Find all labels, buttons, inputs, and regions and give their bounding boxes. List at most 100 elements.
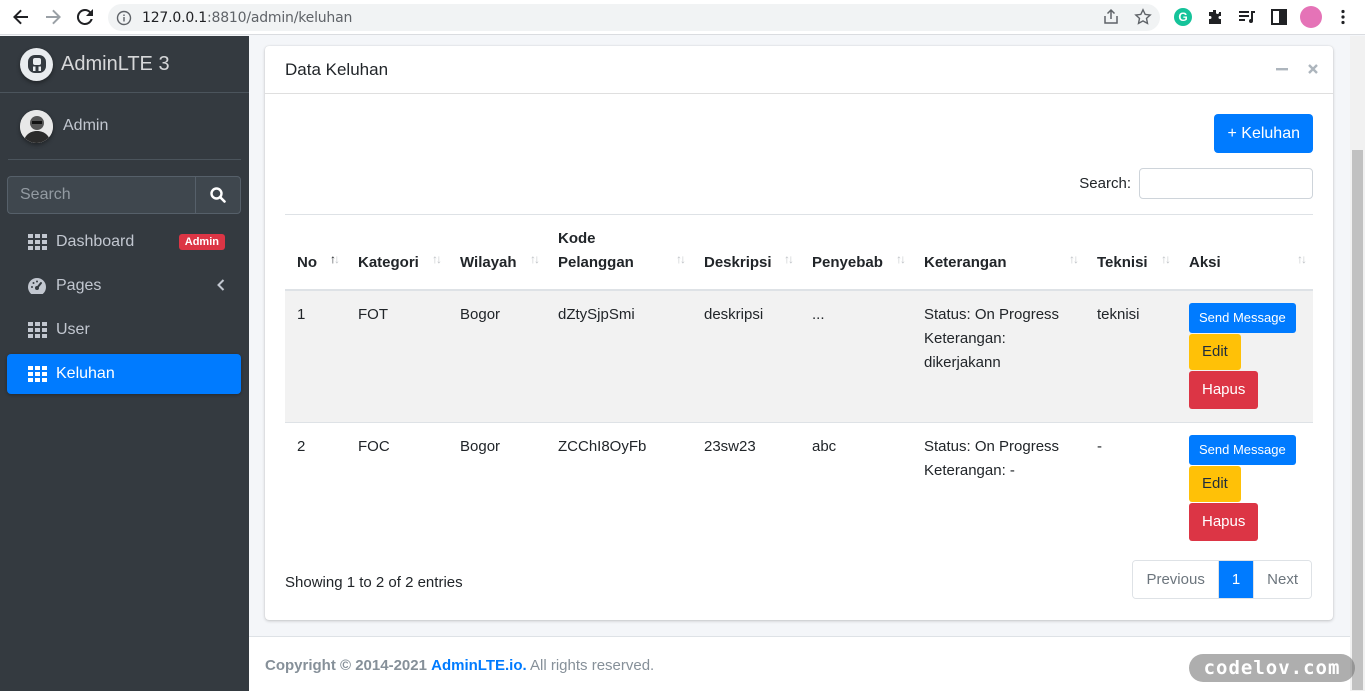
table-search-input[interactable] [1139,168,1313,199]
cell-kategori: FOC [346,421,448,554]
main-footer: Copyright © 2014-2021 AdminLTE.io. All r… [249,636,1350,691]
sort-icon: ↑↓ [530,251,540,266]
edit-button[interactable]: Edit [1189,465,1241,502]
url-text: 127.0.0.1:8810/admin/keluhan [142,9,353,26]
keterangan-text: Keterangan: - [924,461,1015,479]
sidebar-item-pages[interactable]: Pages [7,266,241,306]
edit-button[interactable]: Edit [1189,333,1241,370]
sort-icon: ↑↓ [784,251,794,266]
sort-icon: ↑↓ [1161,251,1171,266]
browser-menu-icon[interactable] [1332,6,1354,28]
column-header-keterangan[interactable]: Keterangan ↑↓ [912,214,1085,291]
search-label: Search: [1079,175,1131,192]
cell-deskripsi: deskripsi [692,289,800,422]
content-wrapper: Data Keluhan + Keluhan Search: No ↑↓ Kate… [249,36,1350,691]
cell-penyebab: ... [800,289,912,422]
watermark: codelov.com [1189,654,1355,682]
column-header-deskripsi[interactable]: Deskripsi ↑↓ [692,214,800,291]
browser-toolbar: 127.0.0.1:8810/admin/keluhan G [0,0,1365,35]
cell-wilayah: Bogor [448,289,546,422]
column-header-kategori[interactable]: Kategori ↑↓ [346,214,448,291]
keterangan-text: Keterangan: dikerjakann [924,329,1006,371]
column-header-no[interactable]: No ↑↓ [285,214,346,291]
card-header: Data Keluhan [265,46,1333,94]
sort-icon: ↑↓ [676,251,686,266]
column-header-kode-pelanggan[interactable]: Kode Pelanggan ↑↓ [546,214,692,291]
sidebar-item-label: User [56,321,90,338]
close-icon[interactable] [1307,62,1319,81]
site-info-icon[interactable] [116,10,132,26]
column-header-penyebab[interactable]: Penyebab ↑↓ [800,214,912,291]
search-icon [210,187,226,203]
pagination: Previous 1 Next [1132,560,1312,599]
sidebar-item-dashboard[interactable]: Dashboard Admin [7,222,241,262]
main-sidebar: AdminLTE 3 Admin Dashboard Admin Pages [0,36,249,691]
column-header-wilayah[interactable]: Wilayah ↑↓ [448,214,546,291]
card-tools [1275,62,1319,81]
admin-badge: Admin [178,234,225,250]
keluhan-table: No ↑↓ Kategori ↑↓ Wilayah ↑↓ Kode Pelanggan… [285,214,1313,554]
cell-no: 1 [285,289,346,422]
table-search: Search: [1079,168,1313,199]
scrollbar-thumb[interactable] [1352,150,1363,690]
sidebar-search-input[interactable] [7,176,195,214]
status-text: Status: On Progress [924,305,1060,323]
cell-kode: ZCChI8OyFb [546,421,692,554]
user-avatar [20,109,53,143]
send-message-button[interactable]: Send Message [1189,434,1296,465]
adminlte-link[interactable]: AdminLTE.io. [431,657,527,674]
sidebar-item-keluhan[interactable]: Keluhan [7,354,241,394]
cell-deskripsi: 23sw23 [692,421,800,554]
send-message-button[interactable]: Send Message [1189,302,1296,333]
brand-link[interactable]: AdminLTE 3 [0,36,249,93]
pagination-previous[interactable]: Previous [1133,561,1218,598]
column-header-aksi[interactable]: Aksi ↑↓ [1177,214,1313,291]
sidebar-item-user[interactable]: User [7,310,241,350]
sort-icon: ↑↓ [432,251,442,266]
status-text: Status: On Progress [924,437,1060,455]
sort-icon: ↑↓ [1297,251,1307,266]
back-arrow-icon[interactable] [10,6,32,28]
side-panel-icon[interactable] [1268,6,1290,28]
cell-penyebab: abc [800,421,912,554]
user-name[interactable]: Admin [63,117,108,135]
search-button[interactable] [195,176,241,214]
bookmark-star-icon[interactable] [1134,8,1152,30]
cell-teknisi: - [1085,421,1177,554]
delete-button[interactable]: Hapus [1189,370,1259,409]
table-row: 1 FOT Bogor dZtySjpSmi deskripsi ... Sta… [285,289,1313,422]
share-icon[interactable] [1102,8,1120,30]
table-info: Showing 1 to 2 of 2 entries [285,574,463,591]
cell-kode: dZtySjpSmi [546,289,692,422]
pagination-page-1[interactable]: 1 [1217,561,1254,598]
card-title: Data Keluhan [285,59,389,79]
pagination-next[interactable]: Next [1253,561,1311,598]
address-bar[interactable]: 127.0.0.1:8810/admin/keluhan [108,4,1160,31]
table-header-row: No ↑↓ Kategori ↑↓ Wilayah ↑↓ Kode Pelanggan… [285,214,1313,291]
extensions-puzzle-icon[interactable] [1204,6,1226,28]
cell-no: 2 [285,421,346,554]
column-header-teknisi[interactable]: Teknisi ↑↓ [1085,214,1177,291]
grid-icon [27,365,47,383]
forward-arrow-icon[interactable] [42,6,64,28]
grammarly-extension-icon[interactable]: G [1172,6,1194,28]
cell-wilayah: Bogor [448,421,546,554]
cell-aksi: Send Message Edit Hapus [1177,421,1313,554]
sidebar-item-label: Keluhan [56,365,115,382]
cell-keterangan: Status: On Progress Keterangan: - [912,421,1085,554]
chevron-left-icon [217,278,225,296]
profile-avatar-icon[interactable] [1300,6,1322,28]
cell-kategori: FOT [346,289,448,422]
cell-teknisi: teknisi [1085,289,1177,422]
sort-icon: ↑↓ [1069,251,1079,266]
add-keluhan-button[interactable]: + Keluhan [1214,114,1313,153]
delete-button[interactable]: Hapus [1189,502,1259,541]
media-queue-icon[interactable] [1236,6,1258,28]
grid-icon [27,233,47,251]
sort-icon: ↑↓ [896,251,906,266]
sidebar-menu: Dashboard Admin Pages User Keluhan [0,222,249,394]
reload-icon[interactable] [74,6,96,28]
sidebar-item-label: Dashboard [56,233,135,250]
collapse-minus-icon[interactable] [1275,62,1289,81]
user-panel[interactable]: Admin [8,93,241,160]
